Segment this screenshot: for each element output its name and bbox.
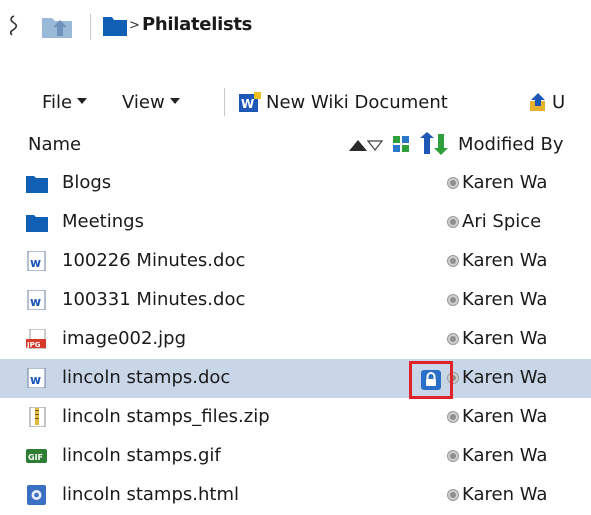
svg-text:w: w bbox=[30, 256, 41, 270]
view-menu[interactable]: View bbox=[122, 92, 180, 113]
modified-by[interactable]: Karen Wa bbox=[462, 328, 547, 349]
file-name[interactable]: Meetings bbox=[62, 211, 144, 232]
user-status-icon bbox=[447, 489, 459, 501]
toolbar: File View W New Wiki Document U bbox=[0, 82, 591, 124]
folder-icon bbox=[26, 215, 48, 232]
breadcrumb-separator: > bbox=[129, 18, 140, 33]
svg-text:GIF: GIF bbox=[28, 453, 43, 462]
lock-highlight-box bbox=[409, 361, 453, 399]
modified-by[interactable]: Karen Wa bbox=[462, 289, 547, 310]
file-name[interactable]: 100331 Minutes.doc bbox=[62, 289, 245, 310]
user-status-icon bbox=[447, 294, 459, 306]
hierarchy-icon[interactable] bbox=[6, 14, 22, 36]
list-item-selected[interactable]: w lincoln stamps.doc Karen Wa bbox=[0, 359, 591, 398]
upload-icon[interactable] bbox=[528, 92, 548, 112]
name-column-header[interactable]: Name bbox=[28, 134, 81, 155]
list-item[interactable]: lincoln stamps_files.zip Karen Wa bbox=[0, 398, 591, 437]
list-item[interactable]: lincoln stamps.html Karen Wa bbox=[0, 476, 591, 515]
file-name[interactable]: image002.jpg bbox=[62, 328, 186, 349]
file-name[interactable]: lincoln stamps.html bbox=[62, 484, 239, 505]
upload-button-label[interactable]: U bbox=[552, 92, 565, 113]
svg-text:JPG: JPG bbox=[26, 341, 41, 349]
list-item[interactable]: Meetings Ari Spice bbox=[0, 203, 591, 242]
word-doc-icon: w bbox=[27, 290, 46, 310]
zip-file-icon bbox=[29, 407, 46, 427]
list-item[interactable]: Blogs Karen Wa bbox=[0, 164, 591, 203]
column-header-row: Name Modified By bbox=[0, 126, 591, 162]
svg-text:W: W bbox=[241, 97, 254, 111]
sort-arrows-icon[interactable] bbox=[418, 132, 452, 156]
lock-icon[interactable] bbox=[421, 370, 441, 390]
file-name[interactable]: lincoln stamps.gif bbox=[62, 445, 221, 466]
chevron-down-icon bbox=[169, 98, 180, 104]
file-name[interactable]: lincoln stamps_files.zip bbox=[62, 406, 270, 427]
grid-view-icon[interactable] bbox=[392, 134, 410, 154]
modified-by[interactable]: Ari Spice bbox=[462, 211, 541, 232]
html-file-icon bbox=[27, 485, 46, 505]
modified-by[interactable]: Karen Wa bbox=[462, 367, 547, 388]
list-item[interactable]: w 100226 Minutes.doc Karen Wa bbox=[0, 242, 591, 281]
breadcrumb-current-folder[interactable]: Philatelists bbox=[142, 14, 252, 35]
file-name[interactable]: lincoln stamps.doc bbox=[62, 367, 230, 388]
modified-by[interactable]: Karen Wa bbox=[462, 484, 547, 505]
file-name[interactable]: 100226 Minutes.doc bbox=[62, 250, 245, 271]
view-menu-label: View bbox=[122, 92, 165, 113]
list-item[interactable]: w 100331 Minutes.doc Karen Wa bbox=[0, 281, 591, 320]
user-status-icon bbox=[447, 216, 459, 228]
modified-by[interactable]: Karen Wa bbox=[462, 250, 547, 271]
modified-by[interactable]: Karen Wa bbox=[462, 406, 547, 427]
user-status-icon bbox=[447, 411, 459, 423]
list-item[interactable]: GIF lincoln stamps.gif Karen Wa bbox=[0, 437, 591, 476]
list-item[interactable]: JPG image002.jpg Karen Wa bbox=[0, 320, 591, 359]
word-doc-icon: w bbox=[27, 368, 46, 388]
sort-ascending-icon[interactable] bbox=[349, 140, 367, 151]
user-status-icon bbox=[447, 333, 459, 345]
folder-icon bbox=[26, 176, 48, 193]
modified-by-column-header[interactable]: Modified By bbox=[458, 134, 564, 155]
svg-text:w: w bbox=[30, 373, 41, 387]
modified-by[interactable]: Karen Wa bbox=[462, 172, 547, 193]
word-doc-icon: w bbox=[27, 251, 46, 271]
jpg-file-icon: JPG bbox=[26, 329, 46, 349]
folder-icon[interactable] bbox=[102, 13, 128, 37]
user-status-icon bbox=[447, 177, 459, 189]
file-name[interactable]: Blogs bbox=[62, 172, 111, 193]
sort-descending-icon[interactable] bbox=[367, 140, 383, 151]
user-status-icon bbox=[447, 255, 459, 267]
user-status-icon bbox=[447, 450, 459, 462]
new-wiki-document-button[interactable]: New Wiki Document bbox=[266, 92, 448, 113]
file-menu-label: File bbox=[42, 92, 73, 113]
gif-file-icon: GIF bbox=[26, 449, 47, 463]
new-wiki-icon[interactable]: W bbox=[238, 92, 262, 114]
breadcrumb-divider bbox=[90, 14, 91, 40]
chevron-down-icon bbox=[77, 98, 88, 104]
toolbar-divider bbox=[224, 88, 225, 116]
file-menu[interactable]: File bbox=[42, 92, 88, 113]
svg-text:w: w bbox=[30, 295, 41, 309]
up-folder-icon[interactable] bbox=[40, 12, 74, 40]
modified-by[interactable]: Karen Wa bbox=[462, 445, 547, 466]
